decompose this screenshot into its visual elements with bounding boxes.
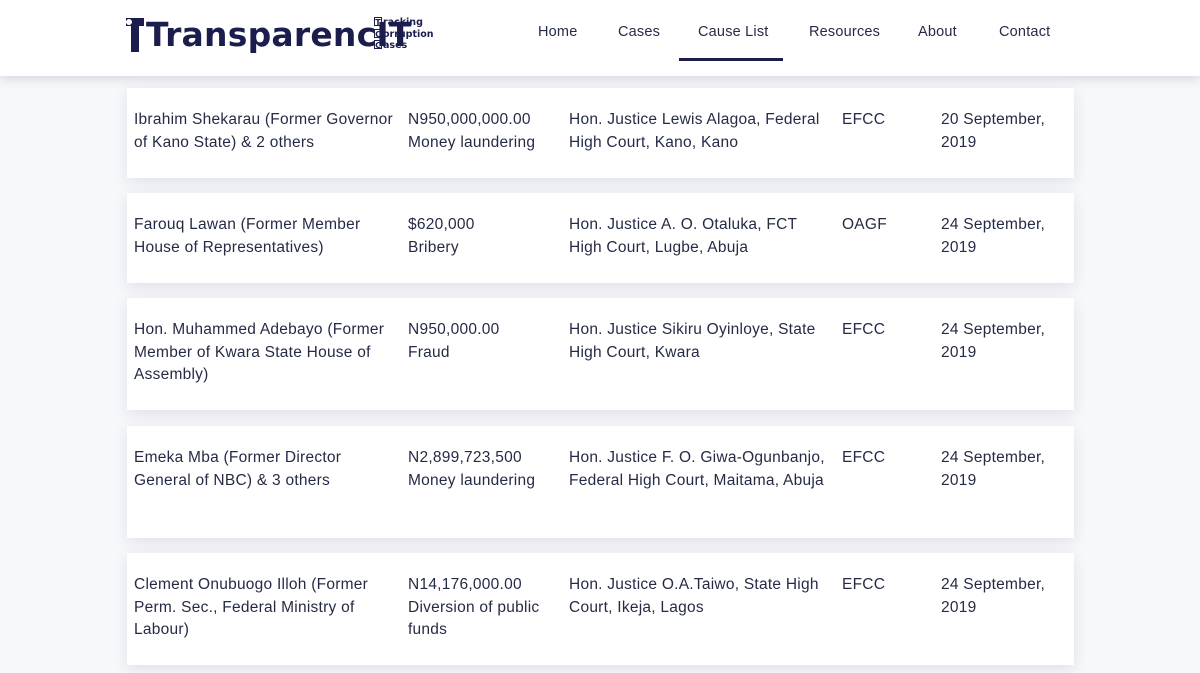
- nav-home[interactable]: Home: [538, 24, 577, 40]
- amount-value: N2,899,723,500: [408, 449, 522, 466]
- prosecuting-agency: EFCC: [842, 449, 886, 466]
- site-header: TransparencIT Tracking Corruption Cases …: [0, 0, 1200, 76]
- prosecuting-agency: EFCC: [842, 576, 886, 593]
- charge-type: Diversion of public funds: [408, 598, 540, 639]
- charge-type: Money laundering: [408, 471, 536, 489]
- table-row[interactable]: Clement Onubuogo Illoh (Former Perm. Sec…: [127, 553, 1074, 665]
- nav-cases[interactable]: Cases: [618, 24, 660, 40]
- charge-type: Money laundering: [408, 133, 536, 151]
- nav-contact[interactable]: Contact: [999, 24, 1050, 40]
- court-judge: Hon. Justice Sikiru Oyinloye, State High…: [569, 321, 816, 361]
- nav-cause-list[interactable]: Cause List: [698, 24, 769, 40]
- charge-type: Fraud: [408, 343, 450, 361]
- table-row[interactable]: Ibrahim Shekarau (Former Governor of Kan…: [127, 88, 1074, 178]
- hearing-date: 24 September, 2019: [941, 216, 1046, 256]
- amount-value: $620,000: [408, 216, 475, 233]
- hearing-date: 24 September, 2019: [941, 576, 1046, 616]
- table-row[interactable]: Hon. Muhammed Adebayo (Former Member of …: [127, 298, 1074, 410]
- defendant-name: Hon. Muhammed Adebayo (Former Member of …: [134, 321, 385, 384]
- table-row[interactable]: Farouq Lawan (Former Member House of Rep…: [127, 193, 1074, 283]
- defendant-name: Farouq Lawan (Former Member House of Rep…: [134, 216, 361, 256]
- prosecuting-agency: EFCC: [842, 111, 886, 128]
- hearing-date: 24 September, 2019: [941, 321, 1046, 361]
- court-judge: Hon. Justice A. O. Otaluka, FCT High Cou…: [569, 216, 797, 256]
- court-judge: Hon. Justice F. O. Giwa-Ogunbanjo, Feder…: [569, 449, 825, 489]
- hearing-date: 20 September, 2019: [941, 111, 1046, 151]
- active-tab-indicator: [679, 58, 783, 61]
- amount-value: N950,000,000.00: [408, 111, 531, 128]
- amount-value: N14,176,000.00: [408, 576, 522, 593]
- defendant-name: Ibrahim Shekarau (Former Governor of Kan…: [134, 111, 393, 151]
- amount-cell: $620,000 Bribery: [408, 214, 558, 259]
- court-judge: Hon. Justice Lewis Alagoa, Federal High …: [569, 111, 820, 151]
- main-nav: Home Cases Cause List Resources About Co…: [0, 0, 1200, 76]
- nav-resources[interactable]: Resources: [809, 24, 880, 40]
- nav-about[interactable]: About: [918, 24, 957, 40]
- prosecuting-agency: OAGF: [842, 216, 887, 233]
- amount-cell: N14,176,000.00 Diversion of public funds: [408, 574, 558, 642]
- amount-cell: N2,899,723,500 Money laundering: [408, 447, 558, 492]
- hearing-date: 24 September, 2019: [941, 449, 1046, 489]
- prosecuting-agency: EFCC: [842, 321, 886, 338]
- court-judge: Hon. Justice O.A.Taiwo, State High Court…: [569, 576, 819, 616]
- amount-value: N950,000.00: [408, 321, 500, 338]
- cause-list-table: Ibrahim Shekarau (Former Governor of Kan…: [127, 0, 1074, 673]
- amount-cell: N950,000.00 Fraud: [408, 319, 558, 364]
- charge-type: Bribery: [408, 238, 459, 256]
- defendant-name: Clement Onubuogo Illoh (Former Perm. Sec…: [134, 576, 369, 639]
- table-row[interactable]: Emeka Mba (Former Director General of NB…: [127, 426, 1074, 538]
- defendant-name: Emeka Mba (Former Director General of NB…: [134, 449, 342, 489]
- amount-cell: N950,000,000.00 Money laundering: [408, 109, 558, 154]
